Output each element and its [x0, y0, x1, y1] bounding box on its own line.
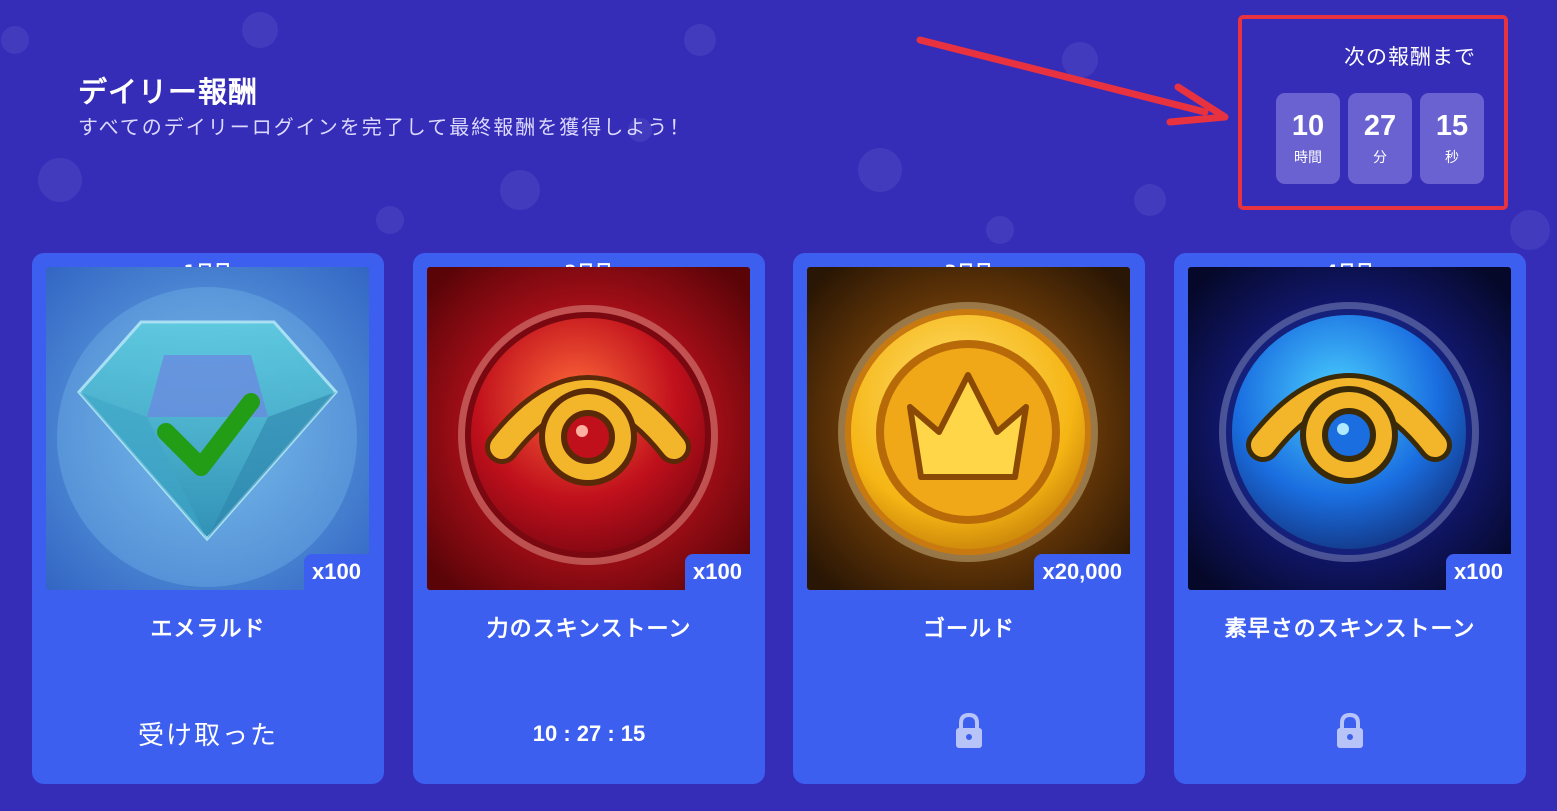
next-reward-label: 次の報酬まで	[1344, 45, 1476, 69]
reward-quantity: x100	[304, 554, 369, 590]
timer-minutes: 27 分	[1348, 93, 1412, 184]
timer-seconds-value: 15	[1435, 110, 1469, 142]
reward-name: エメラルド	[150, 617, 266, 642]
timer-hours-value: 10	[1291, 110, 1325, 142]
timer-hours: 10 時間	[1276, 93, 1340, 184]
header: デイリー報酬 すべてのデイリーログインを完了して最終報酬を獲得しよう！	[78, 74, 691, 140]
reward-card-day-3[interactable]: 3日目 x20,000 ゴールド	[793, 253, 1145, 784]
timer-seconds-label: 秒	[1445, 150, 1459, 166]
claimed-status: 受け取った	[137, 721, 278, 751]
timer-minutes-value: 27	[1363, 110, 1397, 142]
timer-seconds: 15 秒	[1420, 93, 1484, 184]
page-title: デイリー報酬	[78, 75, 259, 109]
timer-minutes-label: 分	[1373, 150, 1387, 166]
reward-name: 力のスキンストーン	[486, 617, 692, 642]
reward-card-day-4[interactable]: 4日目 x100 素早さのスキンストーン	[1174, 253, 1526, 784]
reward-quantity: x20,000	[1034, 554, 1130, 590]
lock-icon	[793, 712, 1145, 753]
emerald-gem-icon	[46, 267, 369, 590]
reward-card-day-1[interactable]: 1日目 x100 エメラルド 受け取った	[32, 253, 384, 784]
reward-quantity: x100	[685, 554, 750, 590]
claim-countdown: 10 : 27 : 15	[532, 721, 646, 746]
gold-coin-icon	[807, 267, 1130, 590]
reward-name: 素早さのスキンストーン	[1224, 617, 1476, 642]
reward-name: ゴールド	[922, 617, 1015, 642]
speed-skinstone-icon	[1188, 267, 1511, 590]
page-subtitle: すべてのデイリーログインを完了して最終報酬を獲得しよう！	[78, 115, 692, 139]
lock-icon	[1174, 712, 1526, 753]
reward-card-day-2[interactable]: 2日目 x100 力のスキンストーン 10 : 27 : 15	[413, 253, 765, 784]
power-skinstone-icon	[427, 267, 750, 590]
timer-hours-label: 時間	[1294, 150, 1322, 166]
next-reward-timer: 次の報酬まで 10 時間 27 分 15 秒	[1238, 15, 1508, 210]
reward-quantity: x100	[1446, 554, 1511, 590]
timer-units: 10 時間 27 分 15 秒	[1276, 93, 1484, 184]
